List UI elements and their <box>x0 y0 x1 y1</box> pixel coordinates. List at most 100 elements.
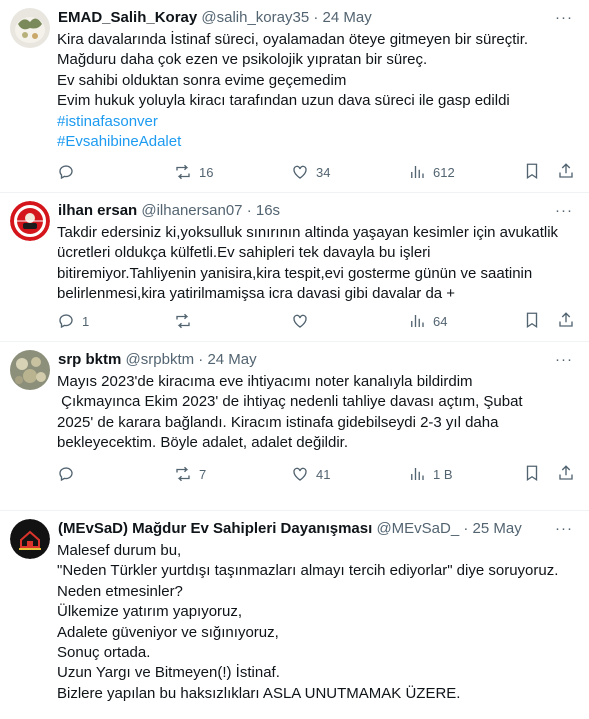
separator-dot: · <box>463 520 469 537</box>
reply-icon <box>59 165 73 180</box>
like-count: 41 <box>316 466 331 482</box>
tweet-header: (MEvSaD) Mağdur Ev Sahipleri Dayanışması… <box>58 519 569 539</box>
share-icon[interactable] <box>557 162 575 180</box>
tweet-line: Ev sahibi olduktan sonra evime geçemedim <box>57 71 347 89</box>
share-icon[interactable] <box>557 311 575 329</box>
tweet-line: Takdir edersiniz ki,yoksulluk sınırının … <box>57 224 559 241</box>
tweet-line: ücretleri oldukça külfetli.Ev sahipleri … <box>57 244 431 262</box>
tweet-text: Kira davalarında İstinaf süreci, oyalama… <box>57 30 571 152</box>
view-count: 612 <box>433 164 455 180</box>
tweet-line: Mağduru daha çok ezen ve psikolojik yıpr… <box>57 51 428 69</box>
reply-button[interactable] <box>57 464 82 484</box>
separator-dot: · <box>313 9 319 26</box>
views-button[interactable]: 612 <box>408 162 455 182</box>
views-chart-icon <box>411 315 424 327</box>
user-handle[interactable]: @MEvSaD_ <box>376 520 459 537</box>
bookmark-share-group <box>523 311 575 334</box>
reply-button[interactable] <box>57 162 82 182</box>
tweet-line: Adalete güveniyor ve sığınıyoruz, <box>57 623 279 641</box>
timestamp[interactable]: 25 May <box>473 520 522 537</box>
tweet-header: ilhan ersan @ilhanersan07 · 16s <box>58 201 569 221</box>
heart-icon <box>293 165 307 179</box>
tweet-line: Malesef durum bu, <box>57 542 182 559</box>
repost-count: 7 <box>199 466 207 482</box>
repost-icon <box>176 313 190 329</box>
more-options-icon[interactable]: ··· <box>555 202 573 219</box>
views-button[interactable]: 1 B <box>408 464 453 484</box>
repost-button[interactable]: 16 <box>174 162 213 182</box>
tweet[interactable]: srp bktm @srpbktm · 24 May ··· Mayıs 202… <box>0 342 589 511</box>
views-button[interactable]: 64 <box>408 311 447 331</box>
views-chart-icon <box>411 468 424 480</box>
repost-button[interactable]: 7 <box>174 464 206 484</box>
avatar[interactable] <box>10 350 50 390</box>
like-button[interactable]: 41 <box>291 464 330 484</box>
avatar[interactable] <box>10 519 50 559</box>
bookmark-icon[interactable] <box>523 311 541 329</box>
tweet-header: srp bktm @srpbktm · 24 May <box>58 350 569 370</box>
tweet-line: Neden etmesinler? <box>57 582 183 600</box>
reply-count: 1 <box>82 313 90 329</box>
like-count: 34 <box>316 164 331 180</box>
hashtag-link[interactable]: #EvsahibineAdalet <box>57 132 571 152</box>
bookmark-share-group <box>523 162 575 185</box>
separator-dot: · <box>246 202 252 219</box>
tweet-line: belirlenmesi,kira yatirilmamişsa icra da… <box>57 285 456 303</box>
tweet-line: bekleyecektim. Böyle adalet, adalet deği… <box>57 434 349 452</box>
heart-icon <box>293 467 307 481</box>
reply-icon <box>59 467 73 482</box>
tweet-line: Bizlere yapılan bu haksızlıkları ASLA UN… <box>57 684 461 702</box>
share-icon[interactable] <box>557 464 575 482</box>
avatar[interactable] <box>10 8 50 48</box>
repost-button[interactable] <box>174 311 199 331</box>
tweet[interactable]: (MEvSaD) Mağdur Ev Sahipleri Dayanışması… <box>0 511 589 719</box>
tweet-actions: 1 64 <box>57 311 575 331</box>
tweet[interactable]: EMAD_Salih_Koray @salih_koray35 · 24 May… <box>0 0 589 193</box>
tweet-line: "Neden Türkler yurtdışı taşınmazları alm… <box>57 562 559 580</box>
tweet-line: Evim hukuk yoluyla kiracı tarafından uzu… <box>57 92 510 110</box>
tweet-header: EMAD_Salih_Koray @salih_koray35 · 24 May <box>58 8 569 28</box>
bookmark-share-group <box>523 464 575 487</box>
like-button[interactable]: 34 <box>291 162 330 182</box>
bookmark-icon[interactable] <box>523 464 541 482</box>
heart-icon <box>293 314 307 328</box>
repost-count: 16 <box>199 164 214 180</box>
avatar[interactable] <box>10 201 50 241</box>
more-options-icon[interactable]: ··· <box>555 9 573 26</box>
tweet[interactable]: ilhan ersan @ilhanersan07 · 16s ··· Takd… <box>0 193 589 342</box>
timestamp[interactable]: 24 May <box>207 351 256 368</box>
tweet-text: Takdir edersiniz ki,yoksulluk sınırının … <box>57 223 571 305</box>
tweet-line: Sonuç ortada. <box>57 644 151 662</box>
display-name[interactable]: ilhan ersan <box>58 202 137 219</box>
display-name[interactable]: (MEvSaD) Mağdur Ev Sahipleri Dayanışması <box>58 520 372 537</box>
user-handle[interactable]: @ilhanersan07 <box>141 202 242 219</box>
tweet-line: 2025' de karara bağlandı. Kiracım istina… <box>57 413 499 431</box>
tweet-actions: 7 41 1 B <box>57 464 575 484</box>
repost-icon <box>176 164 190 180</box>
view-count: 1 B <box>433 466 453 482</box>
tweet-line: bitiremiyor.Tahliyenin yanisira,kira tes… <box>57 264 533 282</box>
tweet-line: Ülkemize yatırım yapıyoruz, <box>57 603 243 621</box>
reply-icon <box>59 314 73 329</box>
tweet-text: Malesef durum bu, "Neden Türkler yurtdış… <box>57 541 571 704</box>
user-handle[interactable]: @srpbktm <box>126 351 195 368</box>
user-handle[interactable]: @salih_koray35 <box>201 9 309 26</box>
display-name[interactable]: srp bktm <box>58 351 121 368</box>
tweet-line: Çıkmayınca Ekim 2023' de ihtiyaç nedenli… <box>57 393 523 411</box>
tweet-text: Mayıs 2023'de kiracıma eve ihtiyacımı no… <box>57 372 571 454</box>
tweet-line: Mayıs 2023'de kiracıma eve ihtiyacımı no… <box>57 373 473 390</box>
tweet-actions: 16 34 612 <box>57 162 575 182</box>
views-chart-icon <box>411 166 424 178</box>
tweet-line: Kira davalarında İstinaf süreci, oyalama… <box>57 31 529 48</box>
bookmark-icon[interactable] <box>523 162 541 180</box>
like-button[interactable] <box>291 311 316 331</box>
reply-button[interactable]: 1 <box>57 311 89 331</box>
more-options-icon[interactable]: ··· <box>555 520 573 537</box>
tweet-line: Uzun Yargı ve Bitmeyen(!) İstinaf. <box>57 664 280 682</box>
timestamp[interactable]: 24 May <box>323 9 372 26</box>
display-name[interactable]: EMAD_Salih_Koray <box>58 9 197 26</box>
more-options-icon[interactable]: ··· <box>555 351 573 368</box>
separator-dot: · <box>198 351 204 368</box>
hashtag-link[interactable]: #istinafasonver <box>57 112 571 132</box>
timestamp[interactable]: 16s <box>256 202 280 219</box>
